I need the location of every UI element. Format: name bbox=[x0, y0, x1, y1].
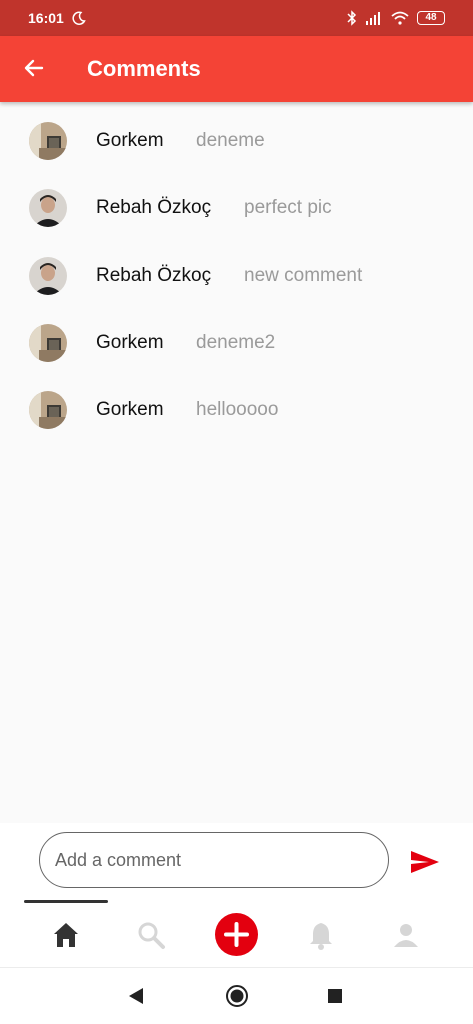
comment-text: new comment bbox=[244, 265, 363, 286]
person-icon[interactable] bbox=[390, 919, 422, 951]
comment-row: Gorkem deneme2 bbox=[0, 323, 473, 363]
comment-text: perfect pic bbox=[244, 197, 332, 218]
system-nav-bar bbox=[0, 967, 473, 1024]
avatar-person-photo[interactable] bbox=[29, 189, 67, 227]
bluetooth-icon bbox=[347, 10, 357, 26]
avatar-room-photo[interactable] bbox=[29, 324, 67, 362]
battery-indicator: 48 bbox=[417, 11, 445, 25]
comment-username[interactable]: Rebah Özkoç bbox=[96, 265, 211, 287]
send-icon[interactable] bbox=[409, 849, 441, 875]
comment-text: deneme bbox=[196, 130, 265, 151]
comment-row: Gorkem hellooooo bbox=[0, 390, 473, 430]
comment-input[interactable] bbox=[39, 832, 389, 888]
recents-square-icon[interactable] bbox=[327, 988, 343, 1004]
status-time: 16:01 bbox=[28, 10, 64, 26]
home-icon[interactable] bbox=[50, 919, 82, 951]
back-arrow-icon[interactable] bbox=[22, 56, 46, 80]
bell-icon[interactable] bbox=[305, 919, 337, 951]
comment-row: Rebah Özkoç new comment bbox=[0, 256, 473, 296]
status-bar: 16:01 48 bbox=[0, 0, 473, 36]
comment-username[interactable]: Gorkem bbox=[96, 332, 164, 354]
app-bar: Comments bbox=[0, 36, 473, 102]
search-icon[interactable] bbox=[135, 919, 167, 951]
comment-row: Gorkem deneme bbox=[0, 121, 473, 161]
add-post-button[interactable] bbox=[215, 913, 258, 956]
add-icon bbox=[224, 922, 249, 947]
comment-username[interactable]: Gorkem bbox=[96, 399, 164, 421]
comment-username[interactable]: Rebah Özkoç bbox=[96, 197, 211, 219]
wifi-icon bbox=[391, 11, 409, 25]
avatar-room-photo[interactable] bbox=[29, 391, 67, 429]
home-circle-icon[interactable] bbox=[225, 984, 249, 1008]
avatar-person-photo[interactable] bbox=[29, 257, 67, 295]
back-triangle-icon[interactable] bbox=[127, 986, 145, 1006]
avatar-room-photo[interactable] bbox=[29, 122, 67, 160]
comment-row: Rebah Özkoç perfect pic bbox=[0, 188, 473, 228]
moon-icon bbox=[72, 11, 86, 25]
comment-text: hellooooo bbox=[196, 399, 279, 420]
comment-username[interactable]: Gorkem bbox=[96, 130, 164, 152]
signal-icon bbox=[366, 12, 380, 25]
comment-input-bar bbox=[0, 823, 473, 899]
comment-text: deneme2 bbox=[196, 332, 276, 353]
active-tab-indicator bbox=[24, 900, 108, 903]
bottom-nav bbox=[0, 899, 473, 967]
page-title: Comments bbox=[87, 56, 201, 81]
